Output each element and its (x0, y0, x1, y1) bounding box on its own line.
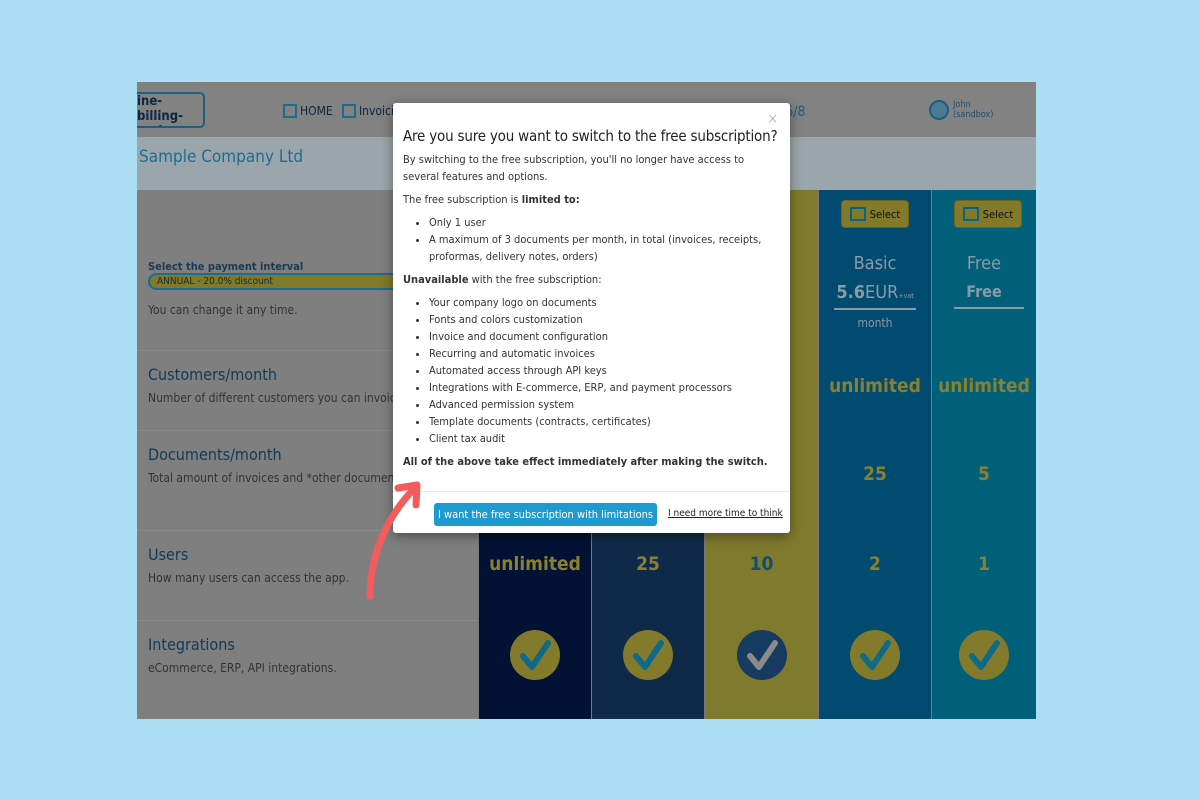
home-icon (283, 104, 297, 118)
confirm-free-button[interactable]: I want the free subscription with limita… (434, 503, 657, 526)
company-name: Sample Company Ltd (139, 147, 304, 167)
unavailable-list: Your company logo on documentsFonts and … (429, 294, 783, 447)
logo[interactable]: ine-billing-ervicecom (137, 92, 205, 128)
confirm-switch-modal: × Are you sure you want to switch to the… (393, 103, 790, 533)
unavailable-item: Invoice and document configuration (429, 328, 783, 345)
plan-price: 5.6EUR+vat (819, 282, 931, 303)
price-vat: +vat (898, 292, 914, 300)
unavailable-item: Recurring and automatic invoices (429, 345, 783, 362)
users-value: 10 (749, 553, 774, 575)
feature-row: Integrations eCommerce, ERP, API integrat… (137, 620, 478, 710)
limited-item: A maximum of 3 documents per month, in t… (429, 231, 783, 265)
unavailable-item: Automated access through API keys (429, 362, 783, 379)
select-label: Select (869, 207, 901, 221)
nav-label: Invoici (359, 104, 394, 118)
unavailable-heading: Unavailable with the free subscription: (403, 271, 783, 288)
nav-invoices[interactable]: Invoici (342, 104, 394, 118)
unavailable-item: Client tax audit (429, 430, 783, 447)
users-value: 25 (636, 553, 660, 575)
price-currency: EUR (865, 282, 899, 303)
feature-title: Integrations (148, 635, 235, 654)
checkbox-icon (849, 207, 866, 221)
plan-price: Free (966, 282, 1002, 301)
checkbox-icon (962, 207, 979, 221)
users-value: 1 (978, 553, 990, 575)
plan-name: Basic (853, 253, 897, 274)
user-sub: (sandbox) (953, 110, 994, 120)
close-icon[interactable]: × (767, 111, 778, 127)
modal-intro: By switching to the free subscription, y… (403, 153, 745, 183)
plan-column: Select Basic 5.6EUR+vat month unlimited 25 2 (818, 190, 931, 719)
payment-interval-label: Select the payment interval (148, 260, 304, 273)
unavailable-item: Your company logo on documents (429, 294, 783, 311)
users-value: unlimited (489, 553, 581, 575)
documents-value: 5 (978, 463, 990, 485)
select-label: Select (982, 207, 1014, 221)
user-name: John (953, 100, 971, 110)
plan-period: month (857, 316, 893, 330)
payment-interval-select[interactable]: ANNUAL - 20.0% discount (148, 273, 408, 290)
limited-item: Only 1 user (429, 214, 783, 231)
modal-warning: All of the above take effect immediately… (403, 455, 768, 468)
plan-column: Select Free Free unlimited 5 1 (931, 190, 1036, 719)
feature-title: Documents/month (148, 445, 282, 464)
annotation-arrow-icon (366, 481, 421, 600)
check-icon (510, 630, 560, 680)
modal-footer: I want the free subscription with limita… (393, 491, 790, 526)
check-icon (736, 630, 787, 680)
unavailable-item: Template documents (contracts, certifica… (429, 413, 783, 430)
feature-title: Users (148, 545, 189, 564)
feature-title: Customers/month (148, 365, 277, 384)
modal-body: By switching to the free subscription, y… (403, 151, 783, 476)
unavailable-item: Integrations with E-commerce, ERP, and p… (429, 379, 783, 396)
limited-heading: The free subscription is limited to: (403, 191, 783, 208)
nav-home[interactable]: HOME (283, 104, 333, 118)
user-menu[interactable]: John (sandbox) (929, 100, 993, 120)
avatar (929, 100, 949, 120)
documents-value: 25 (863, 463, 887, 485)
select-plan-button[interactable]: Select (841, 200, 909, 228)
plan-name: Free (966, 253, 1002, 274)
check-icon (850, 630, 900, 680)
unavailable-item: Fonts and colors customization (429, 311, 783, 328)
customers-value: unlimited (829, 375, 921, 397)
check-icon (623, 630, 673, 680)
text-bold: Unavailable (403, 273, 469, 286)
price-value: 5.6 (836, 282, 865, 303)
customers-value: unlimited (938, 375, 1030, 397)
invoice-icon (342, 104, 356, 118)
modal-title: Are you sure you want to switch to the f… (403, 127, 778, 145)
text: with the free subscription: (468, 273, 602, 286)
users-value: 2 (869, 553, 881, 575)
unavailable-item: Advanced permission system (429, 396, 783, 413)
feature-desc: eCommerce, ERP, API integrations. (148, 661, 337, 675)
select-plan-button[interactable]: Select (954, 200, 1022, 228)
nav-label: HOME (300, 104, 333, 118)
text-bold: limited to: (521, 193, 580, 206)
text: The free subscription is (403, 193, 522, 206)
check-icon (959, 630, 1009, 680)
limited-list: Only 1 userA maximum of 3 documents per … (429, 214, 783, 265)
more-time-link[interactable]: I need more time to think (668, 508, 783, 519)
payment-note: You can change it any time. (148, 303, 298, 317)
